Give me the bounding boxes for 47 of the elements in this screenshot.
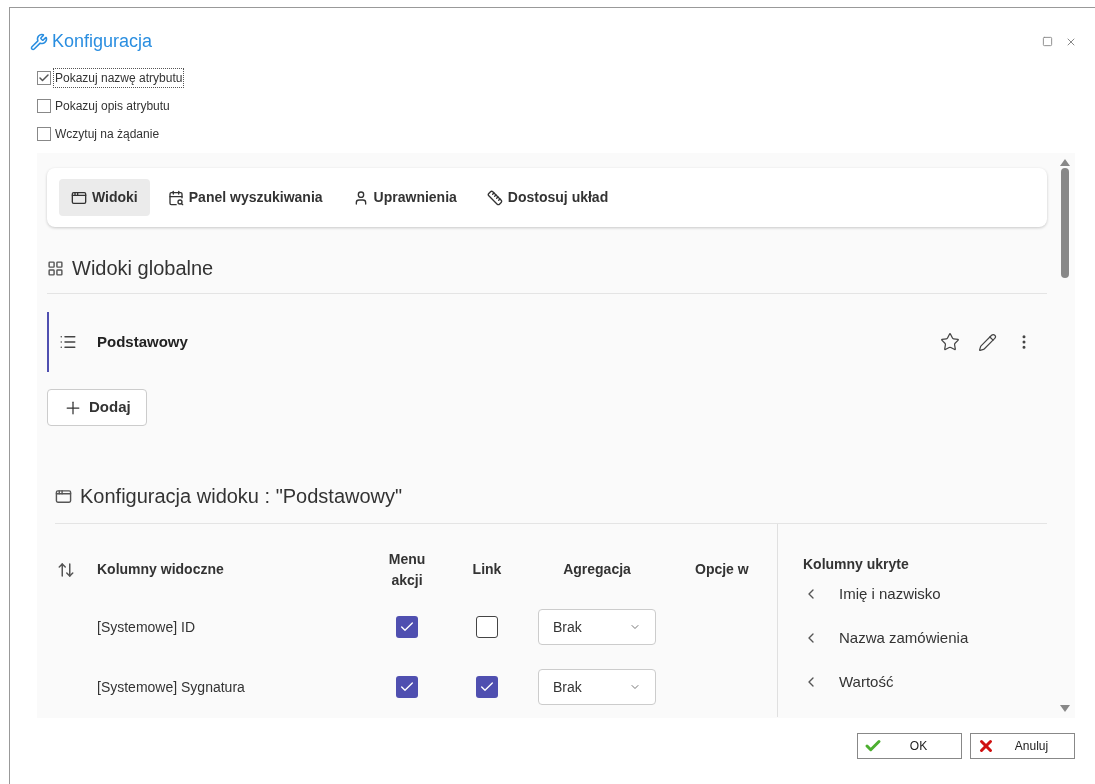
sort-icon[interactable] [57,560,75,579]
scroll-up-icon[interactable] [1060,159,1070,166]
checkbox[interactable] [476,676,498,698]
window-icon [71,189,87,206]
scroll-down-icon[interactable] [1060,705,1070,712]
scrollbar-thumb[interactable] [1061,168,1069,278]
grid-icon [47,259,64,277]
star-icon[interactable] [940,332,960,352]
window-title: Konfiguracja [52,30,153,53]
tab[interactable]: Dostosuj układ [474,179,621,216]
table-cell-text: [Systemowe] ID [97,617,197,637]
tab[interactable]: Panel wyszukiwania [155,179,335,216]
tab[interactable]: Widoki [59,179,150,216]
checkbox-label: Pokazuj nazwę atrybutu [54,69,184,87]
column-header: Link [471,560,503,579]
aggregation-dropdown[interactable]: Brak [538,669,656,705]
section-title: Widoki globalne [72,256,214,281]
add-button[interactable]: Dodaj [47,389,147,426]
checkbox[interactable] [476,616,498,638]
checkbox-label: Pokazuj opis atrybutu [54,98,171,115]
column-header: Agregacja [562,560,632,579]
checkbox[interactable] [37,71,51,85]
view-item[interactable]: Podstawowy [47,312,1047,372]
cancel-button[interactable]: Anuluj [970,733,1075,759]
column-header: Kolumny widoczne [97,560,225,579]
column-header: Menu akcji [387,549,427,590]
column-header: Opcje w [695,560,749,579]
checkbox-label: Wczytuj na żądanie [54,126,161,143]
table-cell-text: [Systemowe] Sygnatura [97,677,246,697]
tools-icon [30,32,48,51]
hidden-columns-title: Kolumny ukryte [803,555,910,574]
list-icon [59,333,77,351]
checkbox[interactable] [396,616,418,638]
tab[interactable]: Uprawnienia [340,179,469,216]
pencil-icon[interactable] [978,332,997,352]
checkbox[interactable] [396,676,418,698]
view-name: Podstawowy [97,331,189,352]
ok-button[interactable]: OK [857,733,962,759]
calendar-search-icon [167,189,184,206]
ruler-icon [486,189,503,206]
checkbox[interactable] [37,127,51,141]
section-title: Konfiguracja widoku : "Podstawowy" [80,484,403,509]
cross-icon [977,737,995,755]
checkbox[interactable] [37,99,51,113]
maximize-icon[interactable] [1042,36,1053,47]
aggregation-dropdown[interactable]: Brak [538,609,656,645]
window-icon [55,487,72,505]
